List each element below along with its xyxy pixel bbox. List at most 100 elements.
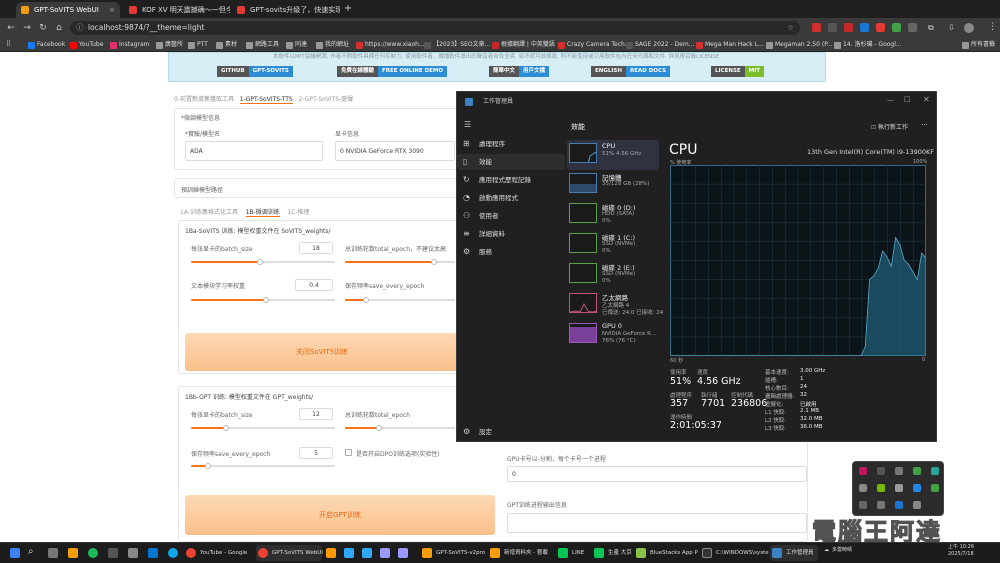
bookmark-xiaoh[interactable]: https://www.xiaoh... <box>356 40 425 50</box>
bookmark-youtube[interactable]: YouTube <box>70 40 103 50</box>
apps-grid-icon[interactable]: ⠿ <box>6 40 11 48</box>
sovits-batch-slider[interactable] <box>191 259 335 265</box>
close-icon[interactable]: × <box>109 2 115 18</box>
hamburger-menu-icon[interactable]: ☰ <box>464 120 471 129</box>
file-explorer-icon[interactable] <box>68 548 78 558</box>
bookmark-sage[interactable]: SAGE 2022 - Dem... <box>626 40 694 50</box>
device-gpu[interactable]: GPU 0 NVIDIA GeForce R... 76% (76 °C) <box>567 320 659 350</box>
tab-gpt-sovits-upgrade[interactable]: GPT-sovits升级了，快速实现P <box>232 2 340 18</box>
tray-app-icon[interactable] <box>931 484 939 492</box>
extension-icon[interactable] <box>892 23 901 32</box>
weather-icon[interactable]: ☁ <box>824 544 829 556</box>
taskbar-item-task-manager[interactable]: 工作管理員 <box>770 545 818 561</box>
slider-knob[interactable] <box>263 297 269 303</box>
extension-icon[interactable] <box>908 23 917 32</box>
nav-settings[interactable]: ⚙ 設定 <box>457 424 565 440</box>
tray-app-icon[interactable] <box>913 484 921 492</box>
home-icon[interactable]: ⌂ <box>52 21 66 35</box>
app-icon[interactable] <box>128 548 138 558</box>
nav-app-history[interactable]: ↻ 應用程式歷程記錄 <box>457 172 565 188</box>
search-icon[interactable]: ⌕ <box>28 546 34 557</box>
tab-tts[interactable]: 1-GPT-SoVITS-TTS <box>239 96 293 104</box>
gpt-batch-input[interactable]: 12 <box>299 408 333 420</box>
taskbar-item-bluestacks[interactable]: BlueStacks App P <box>636 545 698 561</box>
taskbar-item-new-folder[interactable]: 新增資料夾 - 藝載 <box>490 545 554 561</box>
profile-avatar[interactable] <box>964 23 974 33</box>
sovits-batch-input[interactable]: 18 <box>299 242 333 254</box>
tray-app-icon[interactable] <box>913 467 921 475</box>
tray-app-icon[interactable] <box>859 501 867 509</box>
badge-docs-cn[interactable]: 簡單中文 用戶文檔 <box>489 66 550 77</box>
outlook-icon[interactable] <box>148 548 158 558</box>
slider-knob[interactable] <box>205 463 212 469</box>
tray-app-icon[interactable] <box>859 467 867 475</box>
extension-icon[interactable] <box>812 23 821 32</box>
nav-startup-apps[interactable]: ◔ 啟動應用程式 <box>457 190 565 206</box>
more-options-button[interactable]: ··· <box>921 121 928 129</box>
tray-app-icon[interactable] <box>895 484 903 492</box>
bookmark-folder[interactable]: 我的網址 <box>316 40 349 50</box>
taskbar-item-youtube[interactable]: YouTube - Google <box>186 545 252 561</box>
premiere-icon[interactable] <box>380 548 390 558</box>
bookmark-folder[interactable]: PTT <box>188 40 208 50</box>
bookmark-folder[interactable]: 廣藝所 <box>156 40 183 50</box>
url-input[interactable]: ⓘ localhost:9874/?__theme=light ☆ <box>70 21 800 35</box>
slider-knob[interactable] <box>222 425 229 431</box>
tab-inference[interactable]: 1C-推理 <box>287 209 309 216</box>
forward-icon[interactable]: → <box>20 21 34 35</box>
model-name-input[interactable]: ADA <box>185 141 323 161</box>
spotify-icon[interactable] <box>88 548 98 558</box>
weather-text[interactable]: 多雲時晴 <box>832 544 852 556</box>
device-memory[interactable]: 記憶體 35/128 GB (28%) <box>567 170 659 200</box>
star-icon[interactable]: ☆ <box>787 21 794 35</box>
bookmark-folder[interactable]: 同達 <box>286 40 307 50</box>
bookmark-facebook[interactable]: Facebook <box>28 40 65 50</box>
start-gpt-training-button[interactable]: 开启GPT训练 <box>185 495 495 535</box>
tray-app-icon[interactable] <box>895 501 903 509</box>
tab-dataset-format[interactable]: 1A-训练集格式化工具 <box>180 209 238 216</box>
tray-app-icon[interactable] <box>895 467 903 475</box>
extension-icon[interactable] <box>828 23 837 32</box>
media-encoder-icon[interactable] <box>398 548 408 558</box>
gpt-save-input[interactable]: 5 <box>299 447 333 459</box>
menu-icon[interactable]: ⋮ <box>988 22 997 32</box>
extension-icon[interactable] <box>876 23 885 32</box>
slider-knob[interactable] <box>257 259 264 265</box>
maximize-icon[interactable]: □ <box>904 95 911 103</box>
all-bookmarks[interactable]: 所有書籤 <box>962 40 995 50</box>
taskbar-item-line-chat[interactable]: 生產 大京 <box>594 545 634 561</box>
app-icon[interactable] <box>108 548 118 558</box>
sovits-total-epoch-slider[interactable] <box>345 259 455 265</box>
nvidia-icon[interactable] <box>877 484 885 492</box>
extension-icon[interactable] <box>860 23 869 32</box>
taskbar-item-line[interactable]: LINE <box>558 545 592 561</box>
download-icon[interactable]: ⇩ <box>948 23 957 32</box>
tray-app-icon[interactable] <box>877 501 885 509</box>
tab-voice-change[interactable]: 2-GPT-SoVITS-變聲 <box>298 96 353 103</box>
dpo-checkbox[interactable] <box>345 449 352 456</box>
badge-online-demo[interactable]: 免費在線體驗 FREE ONLINE DEMO <box>337 66 448 77</box>
bookmark-google[interactable]: 14. 洛杉磯 - Googl... <box>834 40 902 50</box>
tray-app-icon[interactable] <box>931 467 939 475</box>
illustrator-icon[interactable] <box>326 548 336 558</box>
gpu-info-input[interactable]: 0 NVIDIA GeForce RTX 3090 <box>335 141 455 161</box>
tab-gpt-sovits-webui[interactable]: GPT-SoVITS WebUI × <box>16 2 120 18</box>
nav-performance[interactable]: ▯ 效能 <box>457 154 565 170</box>
photoshop-icon[interactable] <box>344 548 354 558</box>
device-disk-2[interactable]: 磁碟 2 (E:) SSD (NVMe) 0% <box>567 260 659 290</box>
tab-finetune[interactable]: 1B-微调训练 <box>245 209 280 217</box>
gpt-total-epoch-slider[interactable] <box>345 425 455 431</box>
tray-app-icon[interactable] <box>913 501 921 509</box>
extensions-puzzle-icon[interactable]: ⧉ <box>928 23 937 32</box>
device-disk-1[interactable]: 磁碟 1 (C:) SSD (NVMe) 0% <box>567 230 659 260</box>
new-tab-button[interactable]: + <box>342 3 354 15</box>
nav-details[interactable]: ≡ 詳細資料 <box>457 226 565 242</box>
gpt-save-slider[interactable] <box>191 463 335 469</box>
bookmark-folder[interactable]: 網路工具 <box>246 40 279 50</box>
tray-app-icon[interactable] <box>877 467 885 475</box>
taskbar-item-webui[interactable]: GPT-SoVITS WebUI <box>256 545 323 561</box>
slider-knob[interactable] <box>362 297 369 303</box>
slider-knob[interactable] <box>375 425 382 431</box>
nav-users[interactable]: ⚇ 使用者 <box>457 208 565 224</box>
device-cpu[interactable]: CPU 51% 4.56 GHz <box>567 140 659 170</box>
